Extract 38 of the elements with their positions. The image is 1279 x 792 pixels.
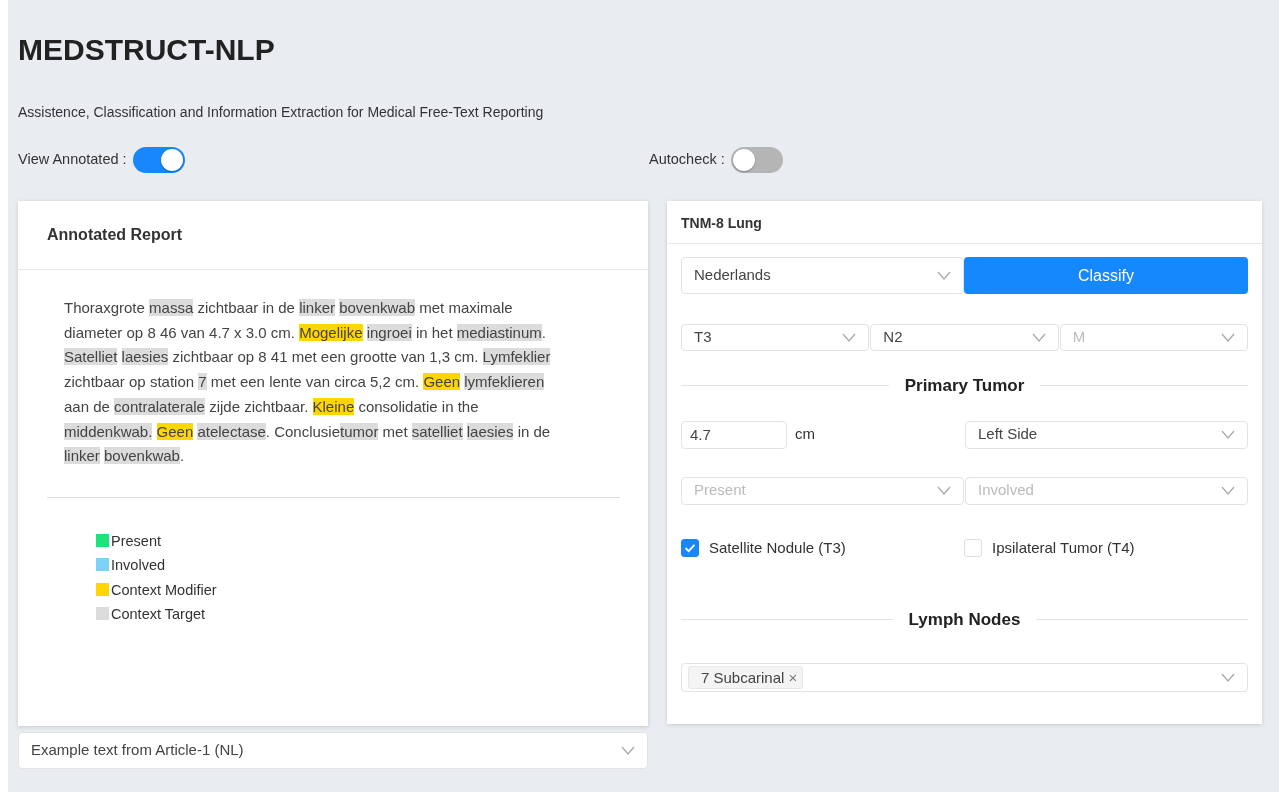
legend-label: Present <box>111 532 161 549</box>
checkbox-label: Satellite Nodule (T3) <box>709 537 846 558</box>
chevron-down-icon <box>1221 672 1235 682</box>
chevron-down-icon <box>621 746 635 755</box>
unit-label: cm <box>795 424 815 445</box>
app-subtitle: Assistence, Classification and Information Extraction for Medical Free-Text Reporting <box>18 103 545 122</box>
chevron-down-icon <box>937 271 951 280</box>
legend-label: Context Target <box>111 606 206 623</box>
card-title: Annotated Report <box>18 201 648 270</box>
section-heading: Primary Tumor <box>904 375 1025 397</box>
section-heading: Lymph Nodes <box>908 609 1021 631</box>
tag-label: 7 Subcarinal <box>701 668 785 686</box>
chevron-down-icon <box>1221 486 1235 495</box>
toggle-label: Autocheck : <box>649 150 725 170</box>
legend-label: Involved <box>111 557 165 574</box>
chevron-down-icon <box>937 486 951 495</box>
toggle-switch[interactable] <box>132 147 185 173</box>
legend-label: Context Modifier <box>111 581 217 598</box>
checkbox[interactable] <box>681 538 699 557</box>
example-text-select[interactable]: Example text from Article-1 (NL) <box>18 732 648 769</box>
chevron-down-icon <box>842 333 857 342</box>
report-text: Thoraxgrote massa zichtbaar in de linker bovenkwab met maximale diameter op 8 46 van 4.7 x 3.0 cm. Mogelijke ingroei in het mediastinum. Satelliet laesies zichtbaar op 8 41 met een grootte van 1,3 cm. Lymfeklier zichtbaar op station 7 met een lente van circa 5,2 cm. Geen lymfeklieren aan de contralaterale zijde zichtbaar. Kleine consolidatie in the middenkwab. Geen atelectase. Conclusietumor met satelliet laesies in de linker bovenkwab. <box>64 298 552 467</box>
lymph-node-select[interactable]: 7 Subcarinal × <box>681 662 1248 692</box>
app-title: MEDSTRUCT-NLP <box>18 32 276 68</box>
card-title: TNM-8 Lung <box>667 201 1262 244</box>
classify-button[interactable]: Classify <box>964 257 1248 294</box>
stage-select[interactable]: N2 <box>870 324 1059 351</box>
toggle-label: View Annotated : <box>18 150 127 170</box>
chevron-down-icon <box>1221 430 1235 439</box>
size-input[interactable]: 4.7 <box>681 420 787 449</box>
language-select[interactable]: Nederlands <box>681 257 964 294</box>
side-select[interactable]: Left Side <box>965 420 1248 449</box>
checkbox-label: Ipsilateral Tumor (T4) <box>992 537 1135 558</box>
toggle-switch[interactable] <box>730 147 783 173</box>
stage-select[interactable]: T3 <box>681 324 870 351</box>
remove-tag-button[interactable]: × <box>788 668 798 686</box>
chevron-down-icon <box>1031 333 1046 342</box>
chevron-down-icon <box>1221 333 1235 342</box>
